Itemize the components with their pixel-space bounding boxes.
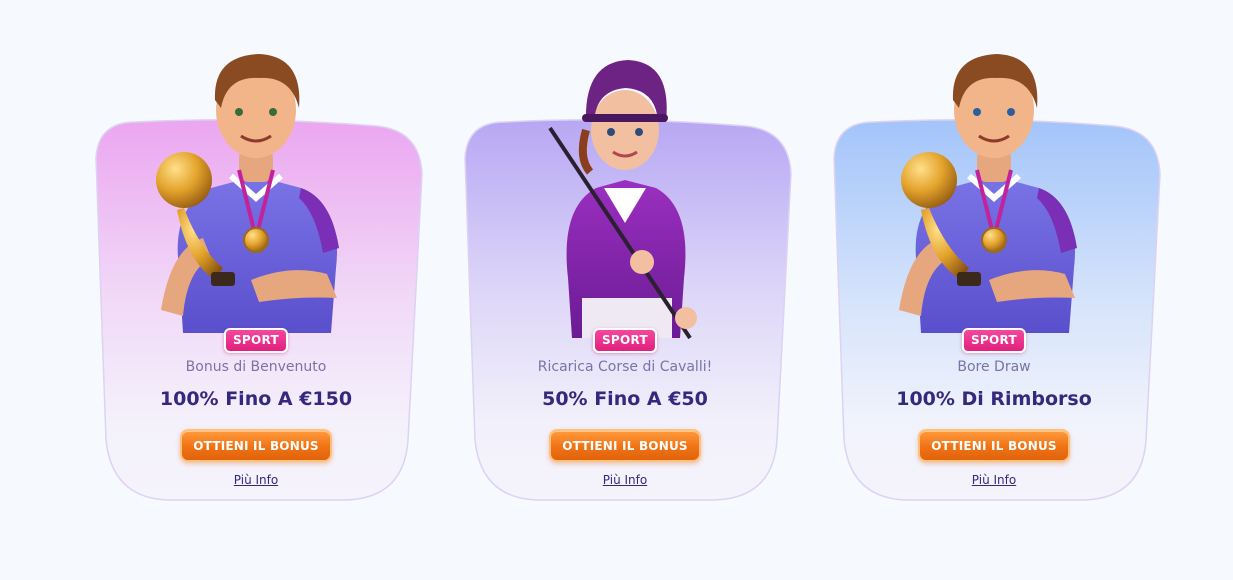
- promo-card-bore-draw: SPORT Bore Draw 100% Di Rimborso OTTIENI…: [826, 54, 1162, 502]
- sport-badge: SPORT: [223, 328, 289, 353]
- get-bonus-button[interactable]: OTTIENI IL BONUS: [918, 429, 1070, 462]
- more-info-link[interactable]: Più Info: [234, 473, 278, 487]
- more-info-container: Più Info: [826, 469, 1162, 488]
- get-bonus-button[interactable]: OTTIENI IL BONUS: [549, 429, 701, 462]
- more-info-container: Più Info: [457, 469, 793, 488]
- more-info-container: Più Info: [88, 469, 424, 488]
- promo-headline: 100% Fino A €150: [159, 388, 353, 410]
- promo-subtitle: Ricarica Corse di Cavalli!: [537, 359, 713, 375]
- more-info-link[interactable]: Più Info: [972, 473, 1016, 487]
- promo-subtitle: Bonus di Benvenuto: [185, 359, 327, 375]
- footballer-trophy-icon: [156, 54, 339, 333]
- footballer-trophy-icon: [899, 54, 1077, 333]
- promo-card-horse-racing: SPORT Ricarica Corse di Cavalli! 50% Fin…: [457, 60, 793, 502]
- sport-badge: SPORT: [961, 328, 1027, 353]
- jockey-icon: [548, 60, 697, 340]
- promo-headline: 50% Fino A €50: [542, 388, 708, 410]
- get-bonus-button[interactable]: OTTIENI IL BONUS: [180, 429, 332, 462]
- promo-headline: 100% Di Rimborso: [896, 388, 1092, 410]
- more-info-link[interactable]: Più Info: [603, 473, 647, 487]
- promo-card-welcome-bonus: SPORT Bonus di Benvenuto 100% Fino A €15…: [88, 54, 424, 502]
- promo-subtitle: Bore Draw: [957, 359, 1031, 375]
- sport-badge: SPORT: [592, 328, 658, 353]
